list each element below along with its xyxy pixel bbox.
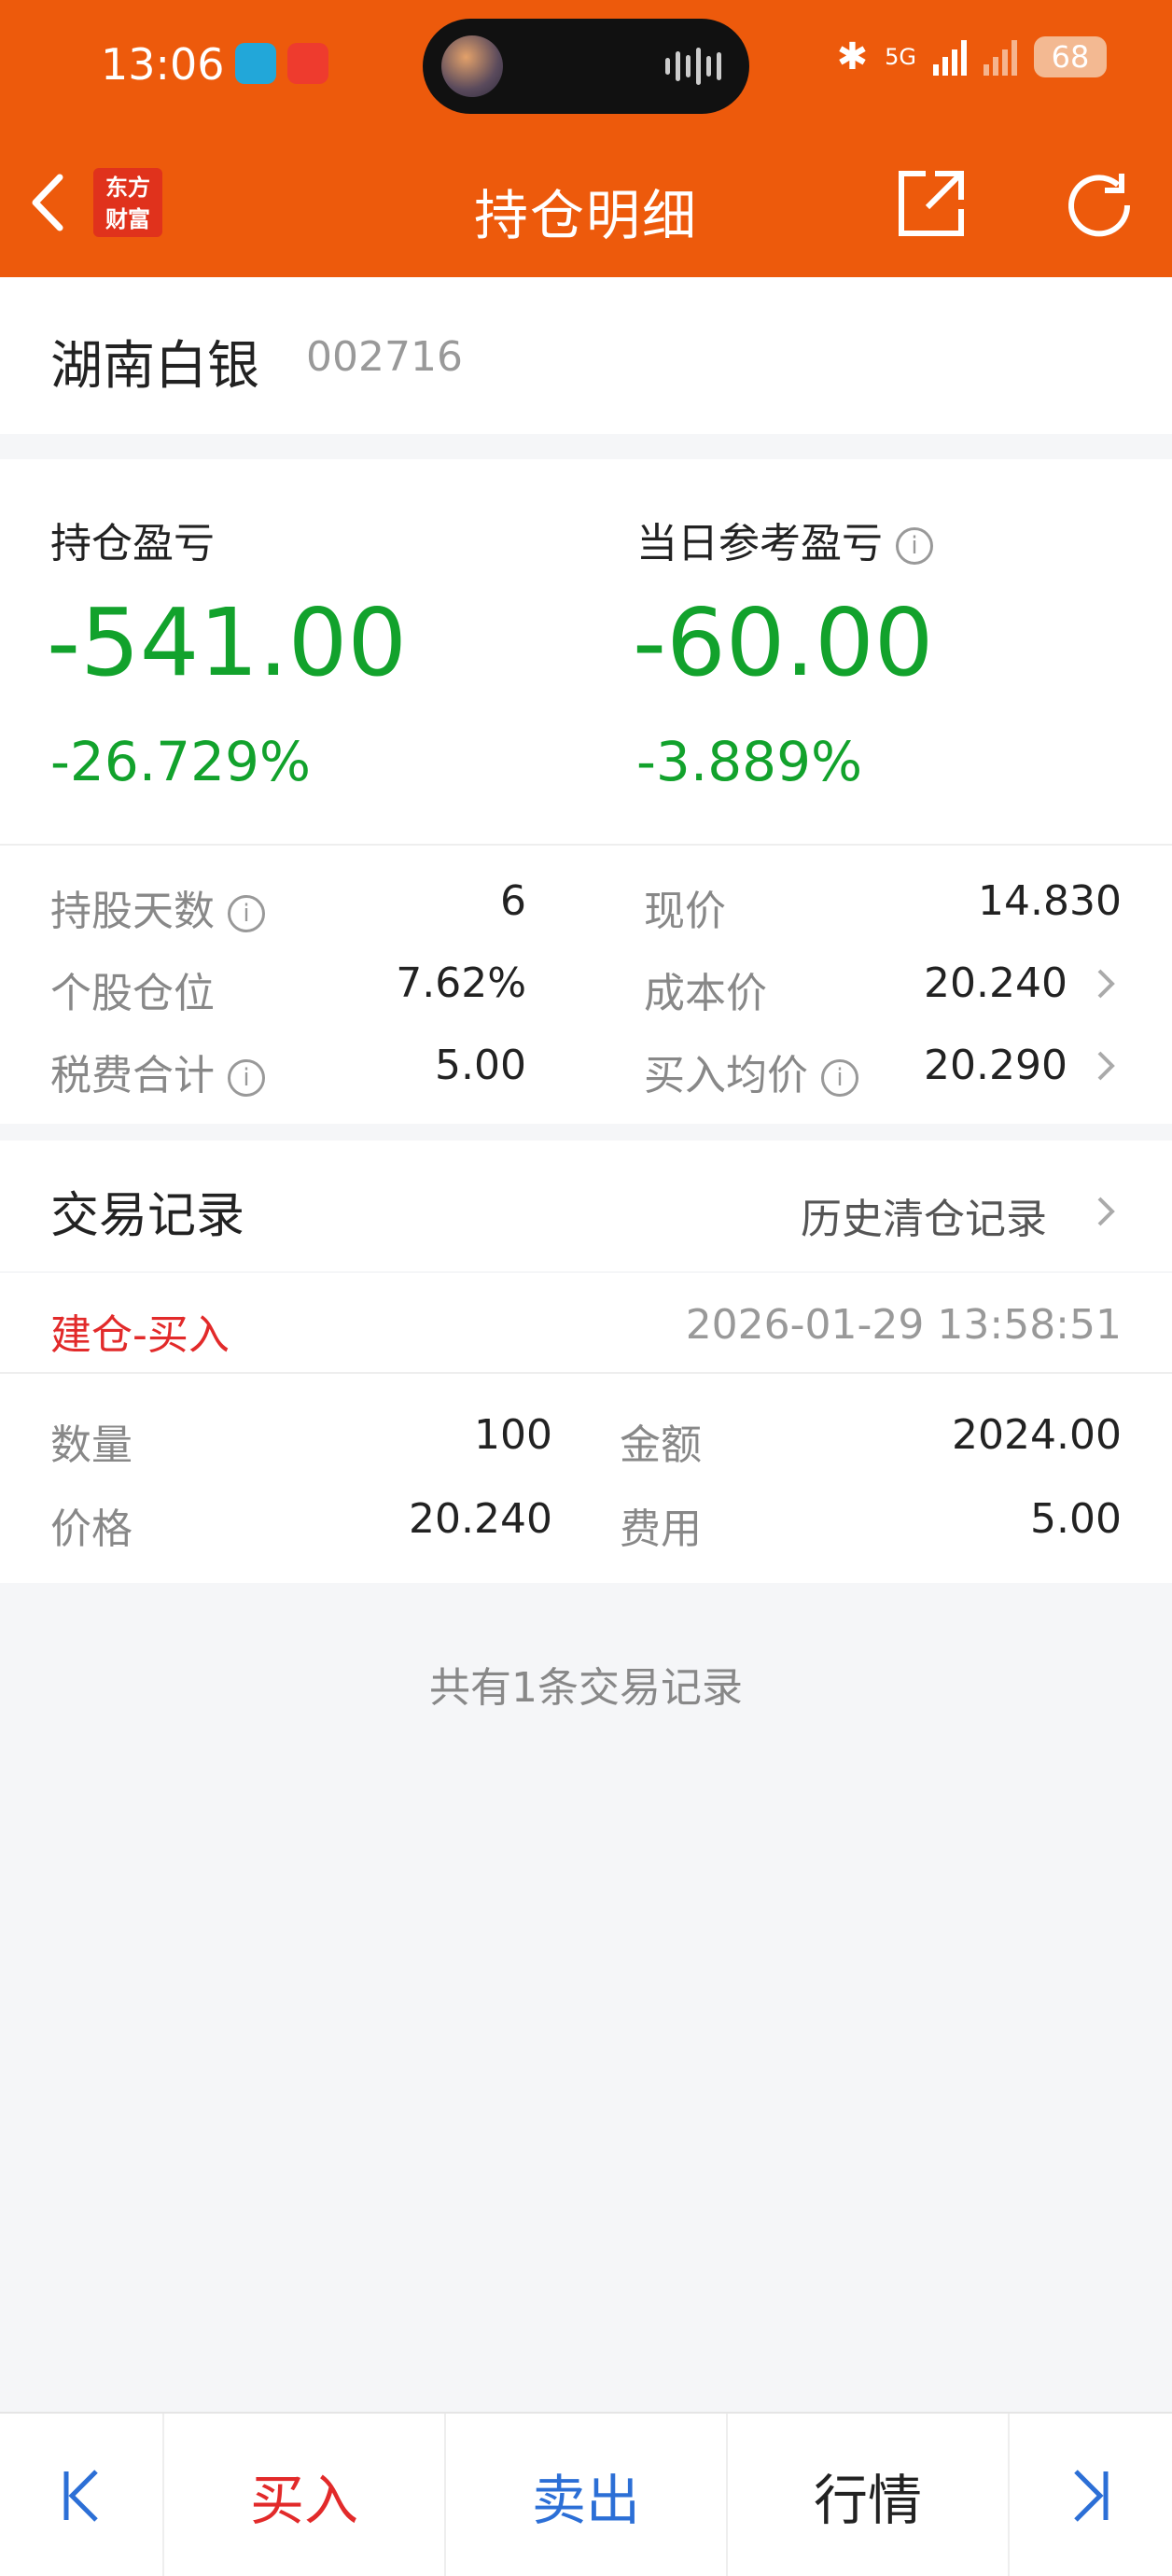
info-icon[interactable]: i (821, 1059, 858, 1097)
next-stock-button[interactable] (1010, 2414, 1172, 2576)
stock-name: 湖南白银 (50, 336, 259, 397)
holding-days-label-text: 持股天数 (50, 888, 215, 935)
info-icon[interactable]: i (228, 1059, 265, 1097)
price-value: 20.240 (409, 1495, 552, 1543)
previous-stock-button[interactable] (0, 2414, 164, 2576)
total-records-note: 共有1条交易记录 (429, 1664, 743, 1712)
stock-code: 002716 (306, 333, 463, 381)
position-value: 7.62% (396, 959, 526, 1007)
current-price-label: 现价 (644, 888, 726, 935)
market-button[interactable]: 行情 (728, 2414, 1010, 2576)
fees-label: 税费合计 i (50, 1042, 265, 1101)
history-clear-link[interactable]: 历史清仓记录 (801, 1185, 1047, 1245)
notification-app-icon (287, 43, 328, 84)
chevron-right-icon[interactable] (1094, 965, 1118, 1002)
position-label: 个股仓位 (50, 970, 215, 1017)
chevron-right-icon[interactable] (1094, 1193, 1118, 1230)
battery-icon: 68 (1034, 36, 1107, 77)
avg-buy-price-label-text: 买入均价 (644, 1052, 808, 1099)
holding-days-value: 6 (500, 877, 526, 925)
stock-header: 湖南白银 002716 (0, 277, 1172, 434)
cost-price-label[interactable]: 成本价 (644, 959, 767, 1019)
current-price-value: 14.830 (978, 877, 1122, 925)
price-label: 价格 (50, 1505, 133, 1553)
daily-pnl-label: 当日参考盈亏 i (636, 510, 933, 569)
dynamic-island[interactable] (423, 19, 749, 114)
avg-buy-price-label[interactable]: 买入均价 i (644, 1042, 858, 1101)
divider (0, 1372, 1172, 1374)
qty-value: 100 (474, 1411, 552, 1459)
holding-pnl-pct: -26.729% (50, 730, 311, 793)
share-icon[interactable] (894, 166, 969, 241)
cost-price-value[interactable]: 20.240 (924, 959, 1067, 1007)
page-title: 持仓明细 (473, 184, 698, 247)
holding-pnl-label: 持仓盈亏 (50, 520, 215, 567)
buy-button[interactable]: 买入 (164, 2414, 446, 2576)
amount-label: 金额 (620, 1421, 702, 1469)
skip-next-icon (1074, 2470, 1109, 2522)
trade-records-header: 交易记录 历史清仓记录 (0, 1141, 1172, 1271)
media-artwork (441, 35, 503, 97)
trade-time: 2026-01-29 13:58:51 (685, 1301, 1122, 1349)
divider (0, 844, 1172, 846)
info-icon[interactable]: i (228, 895, 265, 932)
skip-previous-icon (63, 2470, 98, 2522)
fees-value: 5.00 (435, 1042, 526, 1089)
avg-buy-price-value[interactable]: 20.290 (924, 1042, 1067, 1089)
refresh-icon[interactable] (1060, 166, 1138, 245)
trade-records-title: 交易记录 (50, 1188, 245, 1244)
bluetooth-icon: ✱ (836, 35, 869, 78)
status-indicators: ✱ 5G 68 (837, 35, 1107, 78)
status-time: 13:06 (101, 39, 225, 90)
daily-pnl-value: -60.00 (633, 588, 934, 697)
fee-value: 5.00 (1030, 1495, 1122, 1543)
network-type: 5G (885, 44, 916, 70)
signal-2-icon (984, 38, 1017, 76)
daily-pnl-label-text: 当日参考盈亏 (636, 520, 883, 567)
daily-pnl-pct: -3.889% (636, 730, 863, 793)
amount-value: 2024.00 (952, 1411, 1122, 1459)
audio-wave-icon (665, 47, 721, 86)
header-bar: 13:06 ✱ 5G 68 东方 财富 持仓明细 (0, 0, 1172, 277)
trade-record[interactable]: 建仓-买入 2026-01-29 13:58:51 数量 100 金额 2024… (0, 1273, 1172, 1583)
chevron-right-icon[interactable] (1094, 1047, 1118, 1085)
holding-days-label: 持股天数 i (50, 877, 265, 937)
bottom-action-bar: 买入 卖出 行情 (0, 2412, 1172, 2576)
trade-type: 建仓-买入 (50, 1311, 230, 1359)
holding-pnl-value: -541.00 (47, 588, 407, 697)
pnl-section: 持仓盈亏 -541.00 -26.729% 当日参考盈亏 i -60.00 -3.… (0, 459, 1172, 1124)
sell-button[interactable]: 卖出 (446, 2414, 728, 2576)
qty-label: 数量 (50, 1421, 133, 1469)
fees-label-text: 税费合计 (50, 1052, 215, 1099)
signal-icon (933, 38, 967, 76)
info-icon[interactable]: i (896, 527, 933, 565)
wifi-app-icon (235, 43, 276, 84)
fee-label: 费用 (620, 1505, 702, 1553)
